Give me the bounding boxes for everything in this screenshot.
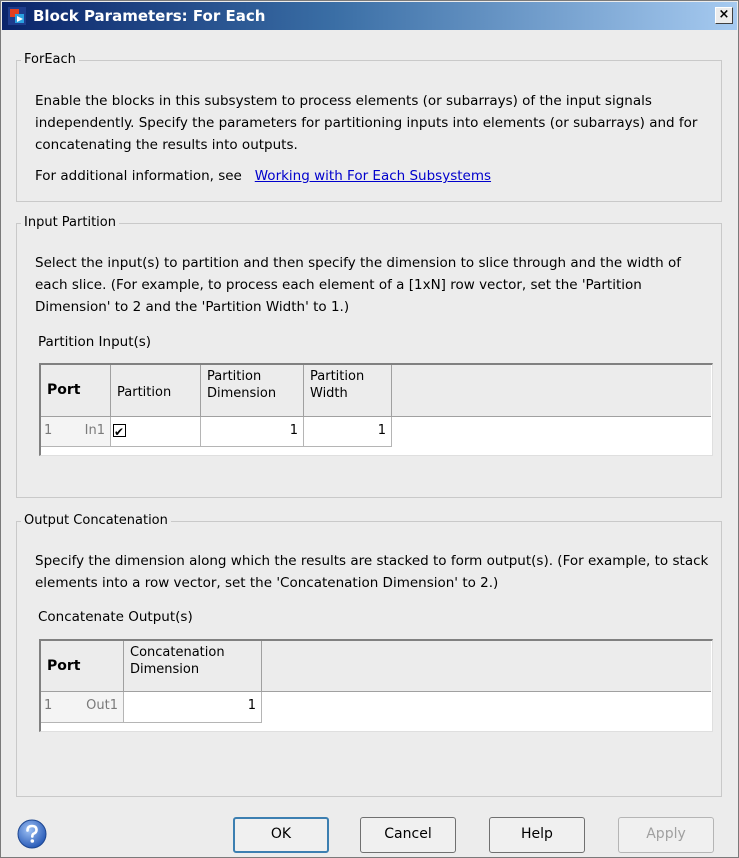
concat-header-filler: [262, 641, 711, 692]
row-port-name: Out1: [86, 698, 118, 713]
checkmark-icon: ✔: [114, 425, 125, 439]
partition-col-partition[interactable]: Partition: [111, 365, 201, 417]
foreach-legend: ForEach: [21, 52, 79, 68]
concat-col-dimension[interactable]: Concatenation Dimension: [124, 641, 262, 692]
input-partition-description: Select the input(s) to partition and the…: [35, 255, 682, 315]
foreach-info: For additional information, see Working …: [35, 165, 715, 187]
foreach-description: Enable the blocks in this subsystem to p…: [35, 93, 698, 153]
partition-col-dimension[interactable]: Partition Dimension: [201, 365, 304, 417]
concatenate-outputs-label: Concatenate Output(s): [38, 609, 193, 625]
partition-col-port[interactable]: Port: [41, 365, 111, 417]
table-row-port-cell: 1 Out1: [41, 692, 124, 723]
window-title: Block Parameters: For Each: [33, 7, 266, 25]
row-port-name: In1: [84, 423, 105, 438]
dialog-window: Block Parameters: For Each × ForEach Ena…: [0, 0, 739, 858]
partition-dimension-field[interactable]: 1: [201, 417, 304, 447]
help-button[interactable]: Help: [489, 817, 585, 853]
apply-button[interactable]: Apply: [618, 817, 714, 853]
partition-check-cell[interactable]: ✔: [111, 417, 201, 447]
partition-col-partition-label: Partition: [117, 384, 172, 400]
concatenation-dimension-field[interactable]: 1: [124, 692, 262, 723]
partition-width-field[interactable]: 1: [304, 417, 392, 447]
simulink-block-icon: [8, 7, 26, 25]
output-concatenation-description: Specify the dimension along which the re…: [35, 553, 709, 591]
concat-col-port[interactable]: Port: [41, 641, 124, 692]
foreach-info-prefix: For additional information, see: [35, 168, 242, 184]
row-index: 1: [44, 698, 53, 713]
partition-inputs-label: Partition Input(s): [38, 334, 152, 350]
title-bar[interactable]: Block Parameters: For Each ×: [2, 2, 737, 30]
row-index: 1: [44, 423, 53, 438]
working-with-for-each-link[interactable]: Working with For Each Subsystems: [255, 168, 491, 184]
partition-table: Port Partition Partition Dimension Parti…: [39, 363, 713, 456]
question-icon[interactable]: [17, 819, 47, 849]
table-row-port-cell: 1 In1: [41, 417, 111, 447]
output-concatenation-legend: Output Concatenation: [21, 513, 171, 529]
ok-button[interactable]: OK: [233, 817, 329, 853]
partition-checkbox[interactable]: ✔: [113, 424, 126, 439]
partition-header-filler: [392, 365, 711, 417]
partition-col-width[interactable]: Partition Width: [304, 365, 392, 417]
concatenation-table: Port Concatenation Dimension 1 Out1 1: [39, 639, 713, 732]
cancel-button[interactable]: Cancel: [360, 817, 456, 853]
input-partition-legend: Input Partition: [21, 215, 119, 231]
close-button[interactable]: ×: [715, 7, 733, 24]
